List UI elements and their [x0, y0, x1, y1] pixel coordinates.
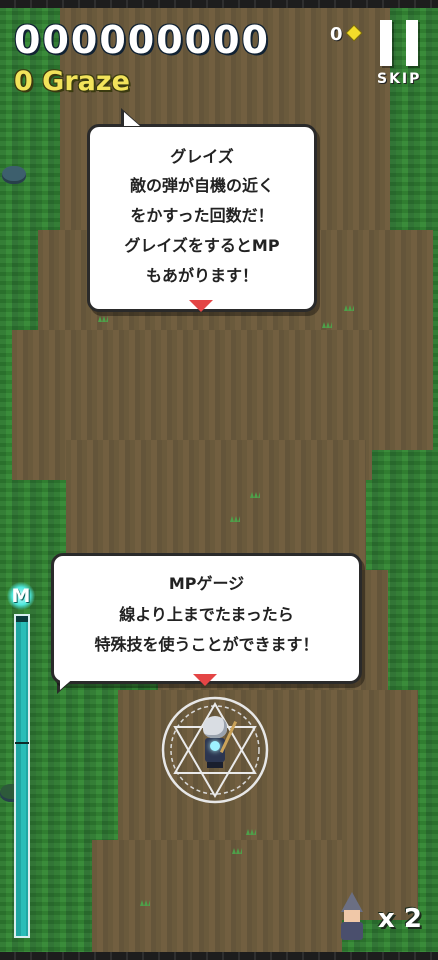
- bubble-line: 敵の弾が自機の近く: [129, 176, 274, 195]
- top-border: [0, 0, 438, 8]
- player-character: [197, 716, 238, 772]
- skip-button[interactable]: SKIP: [377, 71, 421, 87]
- pause-icon: [380, 20, 392, 66]
- graze-tutorial-bubble[interactable]: グレイズ 敵の弾が自機の近く をかすった回数だ！ グレイズをするとMP もあがり…: [87, 124, 317, 312]
- mp-gauge-fill: [16, 622, 28, 936]
- bottom-border: [0, 952, 438, 960]
- lives-icon: [335, 892, 369, 942]
- bubble-title: MPゲージ: [168, 574, 245, 593]
- dirt-path: [92, 840, 342, 960]
- bubble-tail: [60, 676, 76, 690]
- bubble-line: もあがります！: [145, 266, 258, 285]
- player-hat: [203, 716, 227, 738]
- mp-tutorial-bubble[interactable]: MPゲージ 線より上までたまったら 特殊技を使うことができます！: [51, 553, 362, 684]
- hitbox-orb: [210, 741, 220, 751]
- next-arrow-icon[interactable]: [193, 674, 217, 686]
- pause-icon: [406, 20, 418, 66]
- lives-counter: x 2: [378, 904, 422, 934]
- mp-gauge-threshold: [15, 742, 29, 744]
- bubble-line: 線より上までたまったら: [119, 605, 294, 624]
- mp-gauge-label: M: [7, 582, 35, 610]
- bush-decoration: [2, 166, 26, 184]
- next-arrow-icon[interactable]: [189, 300, 213, 312]
- bubble-tail: [124, 112, 140, 126]
- mp-gauge: [14, 614, 30, 938]
- player-feet: [207, 762, 223, 768]
- score-counter: 000000000: [14, 18, 270, 62]
- bubble-line: 特殊技を使うことができます！: [94, 635, 319, 654]
- bubble-line: グレイズをするとMP: [124, 236, 280, 255]
- graze-counter: 0 Graze: [14, 66, 130, 97]
- pause-button[interactable]: [378, 20, 422, 68]
- gem-count: 0: [330, 24, 343, 45]
- bubble-title: グレイズ: [170, 147, 234, 166]
- bubble-line: をかすった回数だ！: [130, 206, 274, 225]
